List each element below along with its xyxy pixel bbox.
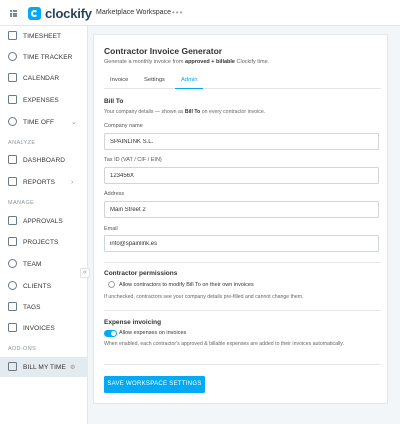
sidebar-item-invoices[interactable]: INVOICES bbox=[0, 318, 88, 338]
contractor-permissions-hint: If unchecked, contractors see your compa… bbox=[104, 294, 304, 300]
sidebar-item-label: INVOICES bbox=[23, 324, 55, 332]
sidebar-item-expenses[interactable]: EXPENSES bbox=[0, 90, 88, 110]
clockify-logo[interactable]: clockify bbox=[28, 5, 92, 21]
sidebar-item-reports[interactable]: REPORTS › bbox=[0, 172, 88, 192]
workspace-name[interactable]: Marketplace Workspace bbox=[96, 9, 171, 16]
calendar-icon bbox=[8, 73, 17, 82]
sidebar-item-clients[interactable]: CLIENTS bbox=[0, 276, 88, 296]
company-name-label: Company name bbox=[104, 123, 143, 129]
projects-icon bbox=[8, 237, 17, 246]
sidebar-item-projects[interactable]: PROJECTS bbox=[0, 232, 88, 252]
contractor-permissions-title: Contractor permissions bbox=[104, 270, 178, 277]
addon-settings-icon[interactable]: ⚙ bbox=[70, 364, 75, 371]
section-addons: ADD-ONS bbox=[8, 346, 37, 352]
more-options-icon[interactable]: ••• bbox=[172, 8, 183, 17]
sidebar-item-time-tracker[interactable]: TIME TRACKER bbox=[0, 47, 88, 67]
sidebar-item-label: TIME OFF bbox=[23, 118, 55, 126]
receipt-icon bbox=[8, 95, 17, 104]
dashboard-icon bbox=[8, 155, 17, 164]
apps-grid-icon[interactable] bbox=[10, 10, 17, 17]
sidebar-item-calendar[interactable]: CALENDAR bbox=[0, 68, 88, 88]
address-label: Address bbox=[104, 191, 125, 197]
sidebar-item-bill-my-time[interactable]: BILL MY TIME ⚙ bbox=[0, 357, 88, 377]
page-subtitle: Generate a monthly invoice from approved… bbox=[104, 59, 270, 65]
timesheet-icon bbox=[8, 31, 17, 40]
bill-to-title: Bill To bbox=[104, 98, 124, 105]
sidebar-item-label: BILL MY TIME bbox=[23, 363, 66, 371]
allow-modify-bill-to-checkbox[interactable] bbox=[108, 281, 115, 288]
clockify-logo-icon bbox=[28, 6, 41, 20]
email-label: Email bbox=[104, 226, 118, 232]
top-bar: clockify Marketplace Workspace ••• bbox=[0, 0, 400, 26]
tax-id-input[interactable] bbox=[104, 167, 379, 184]
time-off-icon bbox=[8, 117, 17, 126]
invoice-icon bbox=[8, 323, 17, 332]
sidebar-item-team[interactable]: TEAM bbox=[0, 254, 88, 274]
collapse-sidebar-icon[interactable]: « bbox=[80, 268, 90, 278]
clients-icon bbox=[8, 281, 17, 290]
divider bbox=[104, 262, 381, 263]
sidebar-item-label: TAGS bbox=[23, 303, 41, 311]
sidebar-item-tags[interactable]: TAGS bbox=[0, 297, 88, 317]
company-name-input[interactable] bbox=[104, 133, 379, 150]
reports-icon bbox=[8, 177, 17, 186]
sidebar-item-timesheet[interactable]: TIMESHEET bbox=[0, 26, 88, 46]
chevron-right-icon: › bbox=[71, 178, 74, 186]
approvals-icon bbox=[8, 216, 17, 225]
sidebar: TIMESHEET TIME TRACKER CALENDAR EXPENSES… bbox=[0, 26, 88, 424]
bill-to-hint: Your company details — shown as Bill To … bbox=[104, 109, 266, 115]
tab-admin[interactable]: Admin bbox=[175, 75, 204, 89]
tab-bar: Invoice Settings Admin bbox=[104, 75, 381, 89]
expense-invoicing-hint: When enabled, each contractor's approved… bbox=[104, 341, 344, 347]
section-manage: MANAGE bbox=[8, 200, 35, 206]
team-icon bbox=[8, 259, 17, 268]
clock-icon bbox=[8, 52, 17, 61]
settings-card: Contractor Invoice Generator Generate a … bbox=[93, 34, 388, 404]
sidebar-item-dashboard[interactable]: DASHBOARD bbox=[0, 150, 88, 170]
expense-invoicing-title: Expense invoicing bbox=[104, 319, 162, 326]
sidebar-item-time-off[interactable]: TIME OFF ⌄ bbox=[0, 112, 88, 132]
page-title: Contractor Invoice Generator bbox=[104, 46, 223, 56]
sidebar-item-label: PROJECTS bbox=[23, 238, 59, 246]
sidebar-item-label: CLIENTS bbox=[23, 282, 52, 290]
email-input[interactable] bbox=[104, 235, 379, 252]
save-workspace-settings-button[interactable]: SAVE WORKSPACE SETTINGS bbox=[104, 376, 205, 393]
sidebar-item-label: CALENDAR bbox=[23, 74, 60, 82]
sidebar-item-label: DASHBOARD bbox=[23, 156, 66, 164]
divider bbox=[104, 364, 381, 365]
allow-expenses-label[interactable]: Allow expenses on invoices bbox=[119, 330, 186, 336]
tax-id-label: Tax ID (VAT / CIF / EIN) bbox=[104, 157, 162, 163]
sidebar-item-label: APPROVALS bbox=[23, 217, 63, 225]
logo-text: clockify bbox=[45, 5, 92, 21]
tab-settings[interactable]: Settings bbox=[138, 75, 171, 89]
sidebar-item-label: TEAM bbox=[23, 260, 42, 268]
divider bbox=[104, 310, 381, 311]
allow-expenses-toggle[interactable] bbox=[104, 330, 117, 337]
sidebar-item-approvals[interactable]: APPROVALS bbox=[0, 211, 88, 231]
bill-my-time-icon bbox=[8, 362, 17, 371]
tab-invoice[interactable]: Invoice bbox=[104, 75, 134, 89]
sidebar-item-label: EXPENSES bbox=[23, 96, 59, 104]
section-analyze: ANALYZE bbox=[8, 140, 36, 146]
address-input[interactable] bbox=[104, 201, 379, 218]
sidebar-item-label: TIME TRACKER bbox=[23, 53, 73, 61]
allow-modify-bill-to-label[interactable]: Allow contractors to modify Bill To on t… bbox=[119, 282, 254, 288]
chevron-down-icon: ⌄ bbox=[71, 119, 77, 126]
tag-icon bbox=[8, 302, 17, 311]
sidebar-item-label: REPORTS bbox=[23, 178, 56, 186]
sidebar-item-label: TIMESHEET bbox=[23, 32, 62, 40]
